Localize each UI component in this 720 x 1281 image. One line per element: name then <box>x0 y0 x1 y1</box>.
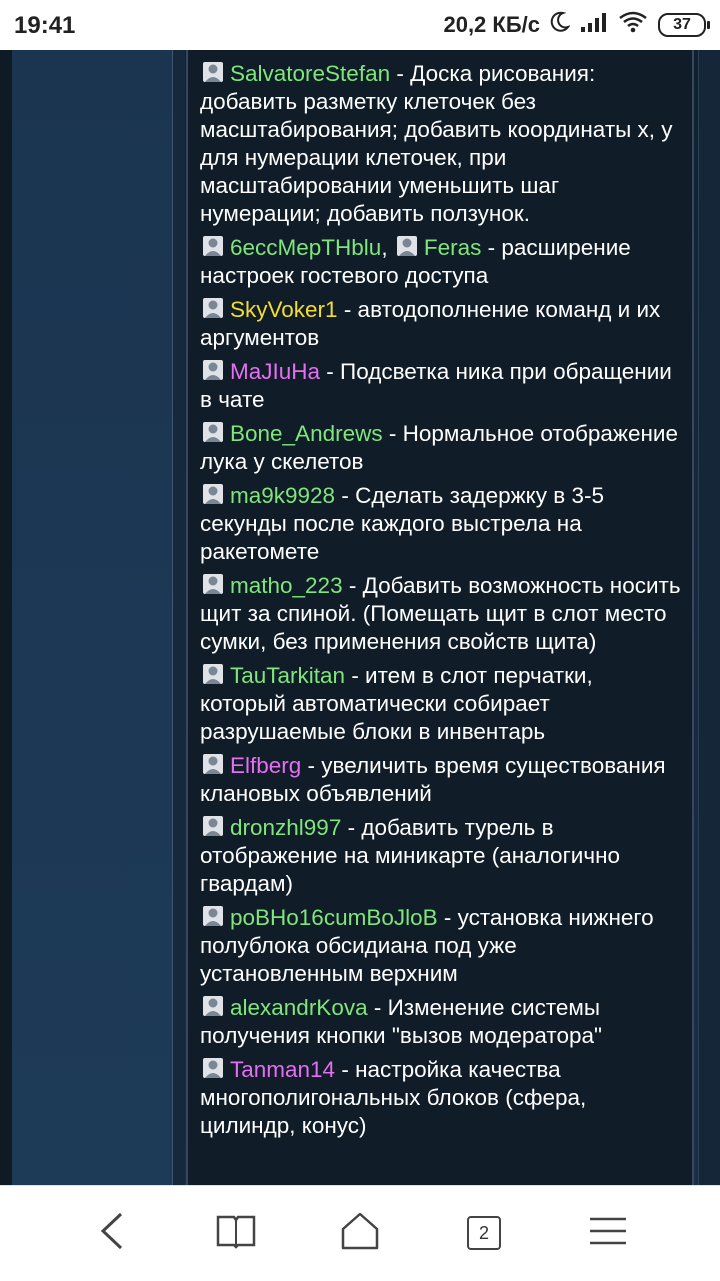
user-nick[interactable]: SkyVoker1 <box>230 297 338 322</box>
bookmarks-button[interactable] <box>206 1208 266 1258</box>
user-icon <box>202 359 224 381</box>
user-icon <box>202 1057 224 1079</box>
list-item: TauTarkitan - итем в слот перчатки, кото… <box>200 662 684 746</box>
moon-icon <box>550 11 571 39</box>
user-icon <box>202 663 224 685</box>
list-item: 6eccMepTHblu, Feras - расширение настрое… <box>200 234 684 290</box>
status-right: 20,2 КБ/с 37 <box>443 10 710 40</box>
credits-list: SalvatoreStefan - Доска рисования: добав… <box>200 60 684 1146</box>
tabs-button[interactable]: 2 <box>454 1208 514 1258</box>
user-nick[interactable]: dronzhl997 <box>230 815 341 840</box>
menu-icon <box>588 1215 628 1252</box>
browser-bottom-bar: 2 <box>0 1185 720 1281</box>
list-item: SalvatoreStefan - Доска рисования: добав… <box>200 60 684 228</box>
back-button[interactable] <box>82 1208 142 1258</box>
user-icon <box>202 815 224 837</box>
list-item: SkyVoker1 - автодополнение команд и их а… <box>200 296 684 352</box>
user-icon <box>202 573 224 595</box>
user-nick[interactable]: Feras <box>424 235 482 260</box>
user-icon <box>202 61 224 83</box>
user-nick[interactable]: ma9k9928 <box>230 483 335 508</box>
user-icon <box>202 235 224 257</box>
list-item: dronzhl997 - добавить турель в отображен… <box>200 814 684 898</box>
signal-icon <box>580 11 608 39</box>
user-icon <box>202 905 224 927</box>
user-icon <box>202 421 224 443</box>
user-nick[interactable]: Tanman14 <box>230 1057 335 1082</box>
web-page: SalvatoreStefan - Доска рисования: добав… <box>0 50 720 1185</box>
home-icon <box>340 1211 380 1256</box>
back-icon <box>97 1211 127 1256</box>
user-nick[interactable]: Elfberg <box>230 753 301 778</box>
user-nick[interactable]: poBHo16cumBoJloB <box>230 905 438 930</box>
user-icon <box>396 235 418 257</box>
list-item: alexandrKova - Изменение системы получен… <box>200 994 684 1050</box>
book-icon <box>216 1213 256 1254</box>
nick-separator: , <box>381 235 394 260</box>
tabs-icon: 2 <box>467 1216 501 1250</box>
wifi-icon <box>618 11 648 39</box>
user-nick[interactable]: matho_223 <box>230 573 343 598</box>
list-item: Tanman14 - настройка качества многополиг… <box>200 1056 684 1140</box>
list-item: ma9k9928 - Сделать задержку в 3-5 секунд… <box>200 482 684 566</box>
user-icon <box>202 753 224 775</box>
user-icon <box>202 995 224 1017</box>
tab-count: 2 <box>478 1222 489 1243</box>
list-item: Elfberg - увеличить время существования … <box>200 752 684 808</box>
user-nick[interactable]: 6eccMepTHblu <box>230 235 381 260</box>
user-icon <box>202 483 224 505</box>
user-nick[interactable]: TauTarkitan <box>230 663 345 688</box>
user-nick[interactable]: MaJIuHa <box>230 359 320 384</box>
list-item: MaJIuHa - Подсветка ника при обращении в… <box>200 358 684 414</box>
user-icon <box>202 297 224 319</box>
forum-sidebar <box>12 50 173 1185</box>
status-bar: 19:41 20,2 КБ/с 37 <box>0 0 720 50</box>
list-item: poBHo16cumBoJloB - установка нижнего пол… <box>200 904 684 988</box>
column-gap <box>173 50 185 1185</box>
post-content: SalvatoreStefan - Доска рисования: добав… <box>186 50 694 1185</box>
battery-icon: 37 <box>658 13 710 37</box>
user-nick[interactable]: Bone_Andrews <box>230 421 383 446</box>
status-time: 19:41 <box>14 12 76 39</box>
list-item: Bone_Andrews - Нормальное отображение лу… <box>200 420 684 476</box>
battery-level: 37 <box>673 16 691 33</box>
user-nick[interactable]: SalvatoreStefan <box>230 61 390 86</box>
menu-button[interactable] <box>578 1208 638 1258</box>
network-speed: 20,2 КБ/с <box>443 12 540 37</box>
home-button[interactable] <box>330 1208 390 1258</box>
right-border <box>698 50 720 1185</box>
list-item: matho_223 - Добавить возможность носить … <box>200 572 684 656</box>
user-nick[interactable]: alexandrKova <box>230 995 368 1020</box>
